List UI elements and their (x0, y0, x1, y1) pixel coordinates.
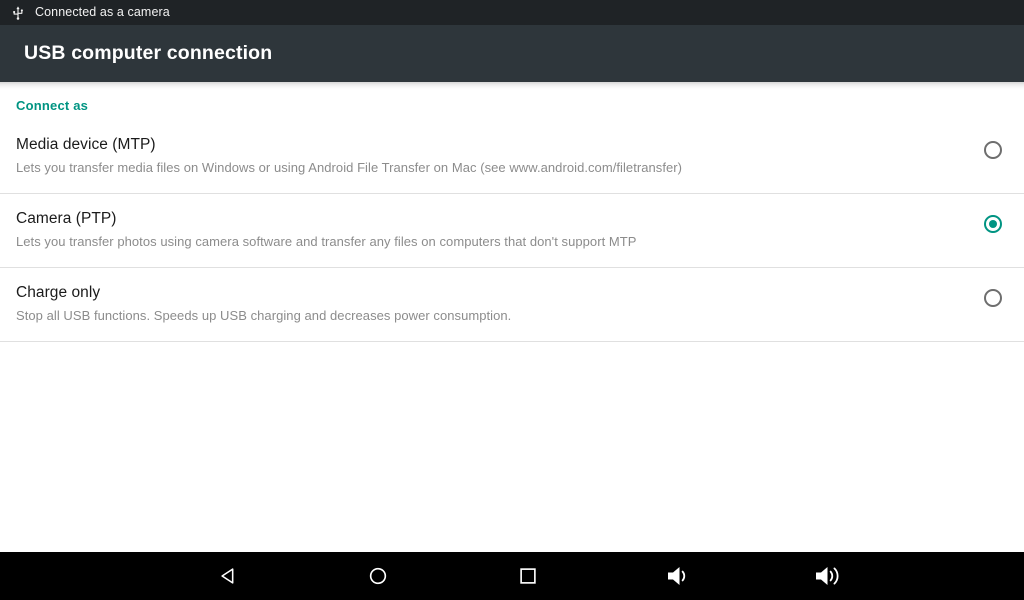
nav-recents-button[interactable] (488, 552, 568, 600)
option-title: Media device (MTP) (16, 136, 156, 153)
radio-media-device-mtp[interactable] (984, 141, 1002, 159)
preference-list: Connect as Media device (MTP) Lets you t… (0, 82, 1024, 552)
recents-icon (520, 568, 536, 584)
status-bar-text: Connected as a camera (35, 5, 170, 19)
nav-home-button[interactable] (338, 552, 418, 600)
nav-back-button[interactable] (189, 552, 269, 600)
option-title: Camera (PTP) (16, 210, 117, 227)
action-bar: USB computer connection (0, 25, 1024, 82)
volume-down-icon (668, 567, 686, 585)
radio-holder[interactable] (978, 209, 1008, 233)
option-summary: Lets you transfer media files on Windows… (16, 160, 683, 175)
option-title: Charge only (16, 284, 101, 301)
option-summary: Lets you transfer photos using camera so… (16, 234, 637, 249)
radio-holder[interactable] (978, 135, 1008, 159)
status-bar: Connected as a camera (0, 0, 1024, 25)
radio-camera-ptp[interactable] (984, 215, 1002, 233)
page-title: USB computer connection (24, 42, 273, 64)
radio-charge-only[interactable] (984, 289, 1002, 307)
android-settings-screen: Connected as a camera USB computer conne… (0, 0, 1024, 600)
option-row-charge-only[interactable]: Charge only Stop all USB functions. Spee… (0, 268, 1024, 342)
option-text-block: Charge only Stop all USB functions. Spee… (16, 283, 978, 324)
option-text-block: Camera (PTP) Lets you transfer photos us… (16, 209, 978, 250)
volume-up-icon (816, 567, 839, 585)
nav-volume-up-button[interactable] (788, 552, 868, 600)
option-summary: Stop all USB functions. Speeds up USB ch… (16, 308, 512, 323)
nav-volume-down-button[interactable] (638, 552, 718, 600)
navigation-bar (0, 552, 1024, 600)
option-text-block: Media device (MTP) Lets you transfer med… (16, 135, 978, 176)
option-row-media-device-mtp[interactable]: Media device (MTP) Lets you transfer med… (0, 120, 1024, 194)
section-header-connect-as: Connect as (0, 82, 1024, 120)
home-icon (369, 567, 387, 585)
option-row-camera-ptp[interactable]: Camera (PTP) Lets you transfer photos us… (0, 194, 1024, 268)
section-header-label: Connect as (16, 98, 89, 113)
back-icon (221, 568, 234, 584)
usb-icon (13, 5, 23, 20)
radio-holder[interactable] (978, 283, 1008, 307)
